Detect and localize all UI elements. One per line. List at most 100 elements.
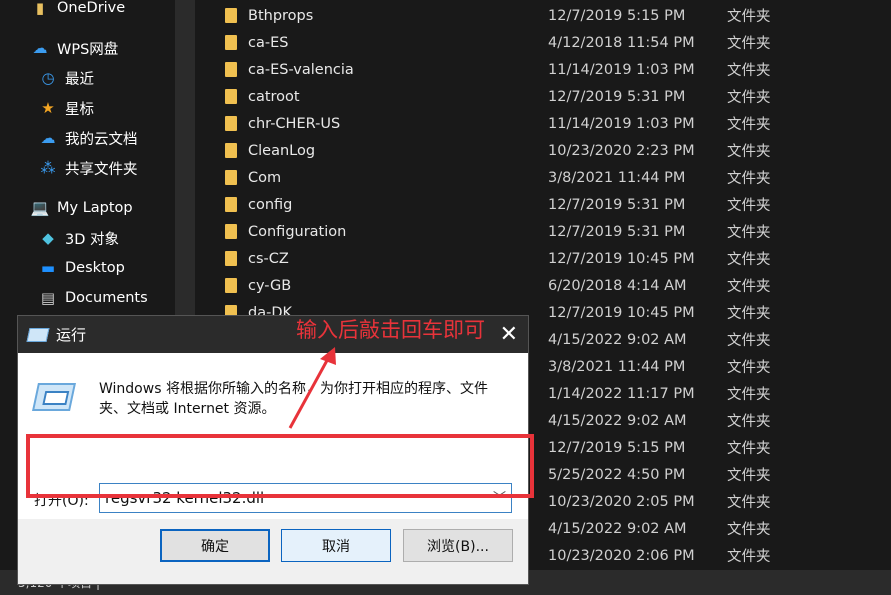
file-date: 1/14/2022 11:17 PM bbox=[548, 385, 695, 402]
file-type: 文件夹 bbox=[727, 252, 771, 268]
file-date: 11/14/2019 1:03 PM bbox=[548, 61, 695, 78]
file-type: 文件夹 bbox=[727, 144, 771, 160]
file-type: 文件夹 bbox=[727, 279, 771, 295]
file-name: CleanLog bbox=[248, 142, 316, 159]
sidebar-item[interactable]: ☁ 我的云文档 bbox=[38, 126, 138, 150]
file-date: 3/8/2021 11:44 PM bbox=[548, 169, 686, 186]
run-icon bbox=[26, 327, 50, 342]
folder-icon bbox=[225, 8, 237, 23]
command-input[interactable] bbox=[99, 483, 512, 513]
file-date: 12/7/2019 5:15 PM bbox=[548, 439, 686, 456]
file-name: Com bbox=[248, 169, 282, 186]
folder-icon bbox=[225, 143, 237, 158]
cloud-icon: ☁ bbox=[40, 129, 56, 147]
file-row[interactable]: cy-GB 6/20/2018 4:14 AM 文件夹 bbox=[195, 272, 785, 299]
folder-icon bbox=[225, 116, 237, 131]
file-date: 5/25/2022 4:50 PM bbox=[548, 466, 686, 483]
folder-icon bbox=[225, 224, 237, 239]
file-type: 文件夹 bbox=[727, 306, 771, 322]
file-type: 文件夹 bbox=[727, 414, 771, 430]
sidebar-item-label: 3D 对象 bbox=[65, 231, 119, 248]
file-row[interactable]: Com 3/8/2021 11:44 PM 文件夹 bbox=[195, 164, 785, 191]
sidebar-item-label: Desktop bbox=[65, 260, 125, 276]
file-row[interactable]: config 12/7/2019 5:31 PM 文件夹 bbox=[195, 191, 785, 218]
folder-icon bbox=[225, 170, 237, 185]
file-type: 文件夹 bbox=[727, 441, 771, 457]
sidebar-item[interactable]: ▬ Desktop bbox=[38, 256, 125, 280]
star-icon: ★ bbox=[41, 99, 55, 117]
cube-icon: ◆ bbox=[42, 229, 54, 247]
folder-icon bbox=[225, 197, 237, 212]
sidebar-item[interactable]: ◷ 最近 bbox=[38, 66, 94, 90]
file-date: 4/12/2018 11:54 PM bbox=[548, 34, 695, 51]
file-type: 文件夹 bbox=[727, 495, 771, 511]
file-type: 文件夹 bbox=[727, 90, 771, 106]
file-date: 4/15/2022 9:02 AM bbox=[548, 412, 687, 429]
clock-icon: ◷ bbox=[41, 69, 55, 87]
sidebar-item[interactable]: ▤ Documents bbox=[38, 286, 148, 310]
run-dialog: 运行 ✕ Windows 将根据你所输入的名称，为你打开相应的程序、文件夹、文档… bbox=[17, 315, 534, 585]
sidebar-item[interactable]: ⁂ 共享文件夹 bbox=[38, 156, 138, 180]
sidebar-item[interactable]: 💻 My Laptop bbox=[30, 196, 133, 220]
file-type: 文件夹 bbox=[727, 549, 771, 565]
file-name: ca-ES-valencia bbox=[248, 61, 354, 78]
sidebar-item[interactable]: ◆ 3D 对象 bbox=[38, 226, 119, 250]
file-type: 文件夹 bbox=[727, 333, 771, 349]
sidebar-item[interactable]: ★ 星标 bbox=[38, 96, 94, 120]
file-date: 4/15/2022 9:02 AM bbox=[548, 331, 687, 348]
file-name: Bthprops bbox=[248, 7, 314, 24]
file-type: 文件夹 bbox=[727, 198, 771, 214]
file-type: 文件夹 bbox=[727, 360, 771, 376]
annotation-arrow bbox=[288, 347, 336, 429]
file-type: 文件夹 bbox=[727, 63, 771, 79]
file-row[interactable]: chr-CHER-US 11/14/2019 1:03 PM 文件夹 bbox=[195, 110, 785, 137]
file-row[interactable]: cs-CZ 12/7/2019 10:45 PM 文件夹 bbox=[195, 245, 785, 272]
close-icon[interactable]: ✕ bbox=[500, 322, 518, 347]
file-date: 11/14/2019 1:03 PM bbox=[548, 115, 695, 132]
ok-button[interactable]: 确定 bbox=[160, 529, 270, 562]
sidebar-item-label: My Laptop bbox=[57, 200, 133, 216]
folder-icon bbox=[225, 278, 237, 293]
file-date: 12/7/2019 10:45 PM bbox=[548, 250, 695, 267]
file-date: 4/15/2022 9:02 AM bbox=[548, 520, 687, 537]
open-label: 打开(O): bbox=[34, 493, 89, 509]
file-type: 文件夹 bbox=[727, 468, 771, 484]
sidebar-item-label: 我的云文档 bbox=[65, 131, 138, 148]
file-date: 12/7/2019 5:31 PM bbox=[548, 88, 686, 105]
sidebar-item[interactable]: ▮ OneDrive bbox=[30, 0, 125, 20]
file-name: cs-CZ bbox=[248, 250, 289, 267]
file-row[interactable]: catroot 12/7/2019 5:31 PM 文件夹 bbox=[195, 83, 785, 110]
file-row[interactable]: ca-ES 4/12/2018 11:54 PM 文件夹 bbox=[195, 29, 785, 56]
file-name: config bbox=[248, 196, 293, 213]
file-name: ca-ES bbox=[248, 34, 289, 51]
folder-icon bbox=[225, 62, 237, 77]
cancel-button[interactable]: 取消 bbox=[281, 529, 391, 562]
browse-button[interactable]: 浏览(B)... bbox=[403, 529, 513, 562]
file-date: 10/23/2020 2:05 PM bbox=[548, 493, 695, 510]
file-type: 文件夹 bbox=[727, 522, 771, 538]
cloud-icon: ☁ bbox=[32, 39, 48, 57]
file-name: chr-CHER-US bbox=[248, 115, 341, 132]
run-program-icon bbox=[32, 383, 76, 411]
file-row[interactable]: Bthprops 12/7/2019 5:15 PM 文件夹 bbox=[195, 2, 785, 29]
sidebar-item-label: Documents bbox=[65, 290, 148, 306]
dialog-title: 运行 bbox=[56, 326, 87, 344]
sidebar-item-label: OneDrive bbox=[57, 0, 126, 16]
file-type: 文件夹 bbox=[727, 117, 771, 133]
chevron-down-icon[interactable]: ﹀ bbox=[493, 487, 506, 506]
file-date: 12/7/2019 5:15 PM bbox=[548, 7, 686, 24]
sidebar-item-label: WPS网盘 bbox=[57, 41, 119, 58]
file-date: 3/8/2021 11:44 PM bbox=[548, 358, 686, 375]
folder-icon bbox=[225, 89, 237, 104]
file-date: 10/23/2020 2:06 PM bbox=[548, 547, 695, 564]
annotation-text: 输入后敲击回车即可 bbox=[296, 318, 485, 342]
sidebar-item[interactable]: ☁ WPS网盘 bbox=[30, 36, 119, 60]
file-name: catroot bbox=[248, 88, 300, 105]
file-date: 6/20/2018 4:14 AM bbox=[548, 277, 687, 294]
folder-icon: ▮ bbox=[35, 0, 45, 17]
file-date: 10/23/2020 2:23 PM bbox=[548, 142, 695, 159]
file-row[interactable]: Configuration 12/7/2019 5:31 PM 文件夹 bbox=[195, 218, 785, 245]
document-icon: ▤ bbox=[40, 289, 56, 307]
file-row[interactable]: ca-ES-valencia 11/14/2019 1:03 PM 文件夹 bbox=[195, 56, 785, 83]
file-row[interactable]: CleanLog 10/23/2020 2:23 PM 文件夹 bbox=[195, 137, 785, 164]
